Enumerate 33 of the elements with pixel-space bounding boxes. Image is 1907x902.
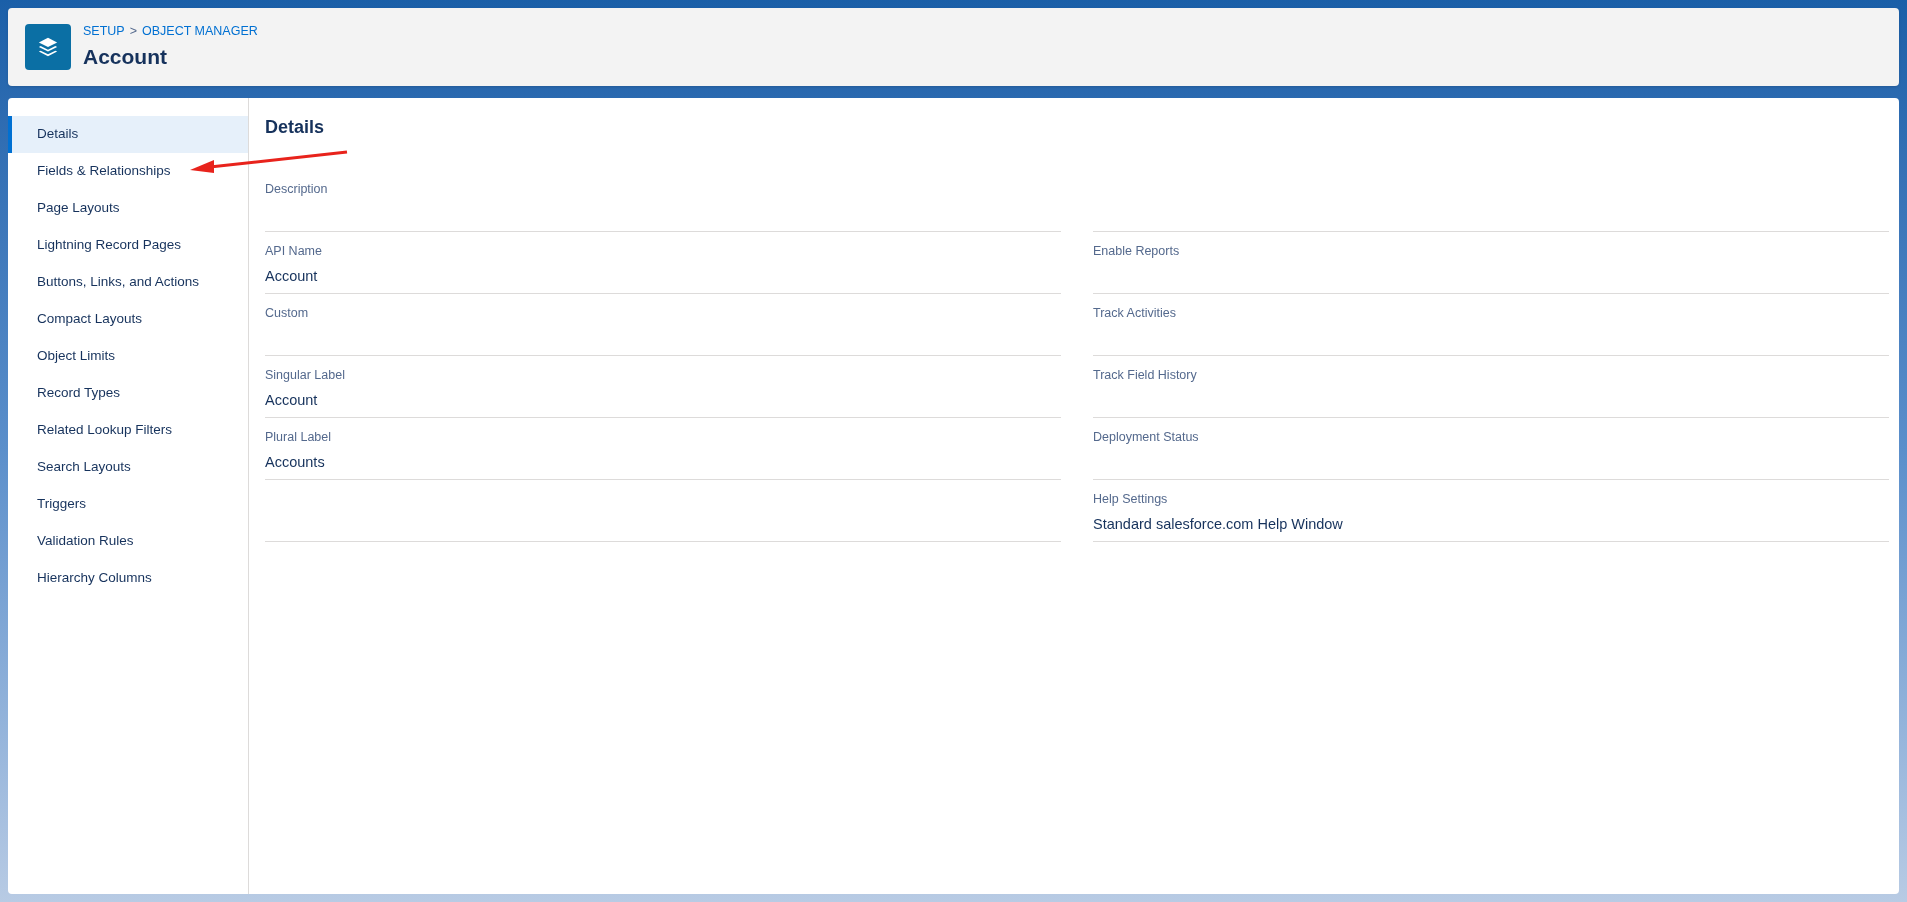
sidebar-item[interactable]: Triggers bbox=[8, 486, 248, 523]
field-label: Track Activities bbox=[1093, 305, 1176, 322]
field-label: Help Settings bbox=[1093, 491, 1168, 508]
sidebar-item[interactable]: Compact Layouts bbox=[8, 301, 248, 338]
sidebar-item[interactable]: Related Lookup Filters bbox=[8, 412, 248, 449]
page-title: Account bbox=[83, 43, 167, 70]
field-value: Standard salesforce.com Help Window bbox=[1093, 514, 1343, 534]
field-label: Custom bbox=[265, 305, 309, 322]
field-value: Account bbox=[265, 390, 318, 410]
sidebar-item[interactable]: Validation Rules bbox=[8, 523, 248, 560]
field-label: Plural Label bbox=[265, 429, 331, 446]
sidebar-item[interactable]: Hierarchy Columns bbox=[8, 560, 248, 597]
field-label: Singular Label bbox=[265, 367, 345, 384]
breadcrumb-link[interactable]: SETUP bbox=[83, 21, 125, 41]
sidebar-item[interactable]: Record Types bbox=[8, 375, 248, 412]
breadcrumb-link[interactable]: OBJECT MANAGER bbox=[142, 21, 258, 41]
sidebar-item[interactable]: Object Limits bbox=[8, 338, 248, 375]
section-title: Details bbox=[265, 116, 325, 139]
sidebar-item[interactable]: Buttons, Links, and Actions bbox=[8, 264, 248, 301]
field-label: Track Field History bbox=[1093, 367, 1197, 384]
field-value: Account bbox=[265, 266, 318, 286]
field-label: Enable Reports bbox=[1093, 243, 1180, 260]
sidebar-item[interactable]: Details bbox=[8, 116, 248, 153]
breadcrumb-separator: > bbox=[129, 22, 137, 40]
sidebar-item[interactable]: Search Layouts bbox=[8, 449, 248, 486]
field-label: API Name bbox=[265, 243, 322, 260]
sidebar-item[interactable]: Fields & Relationships bbox=[8, 153, 248, 190]
field-label: Description bbox=[265, 181, 328, 198]
sidebar-item[interactable]: Page Layouts bbox=[8, 190, 248, 227]
field-value: Accounts bbox=[265, 452, 325, 472]
field-label: Deployment Status bbox=[1093, 429, 1199, 446]
layers-icon bbox=[25, 24, 71, 70]
sidebar-item[interactable]: Lightning Record Pages bbox=[8, 227, 248, 264]
